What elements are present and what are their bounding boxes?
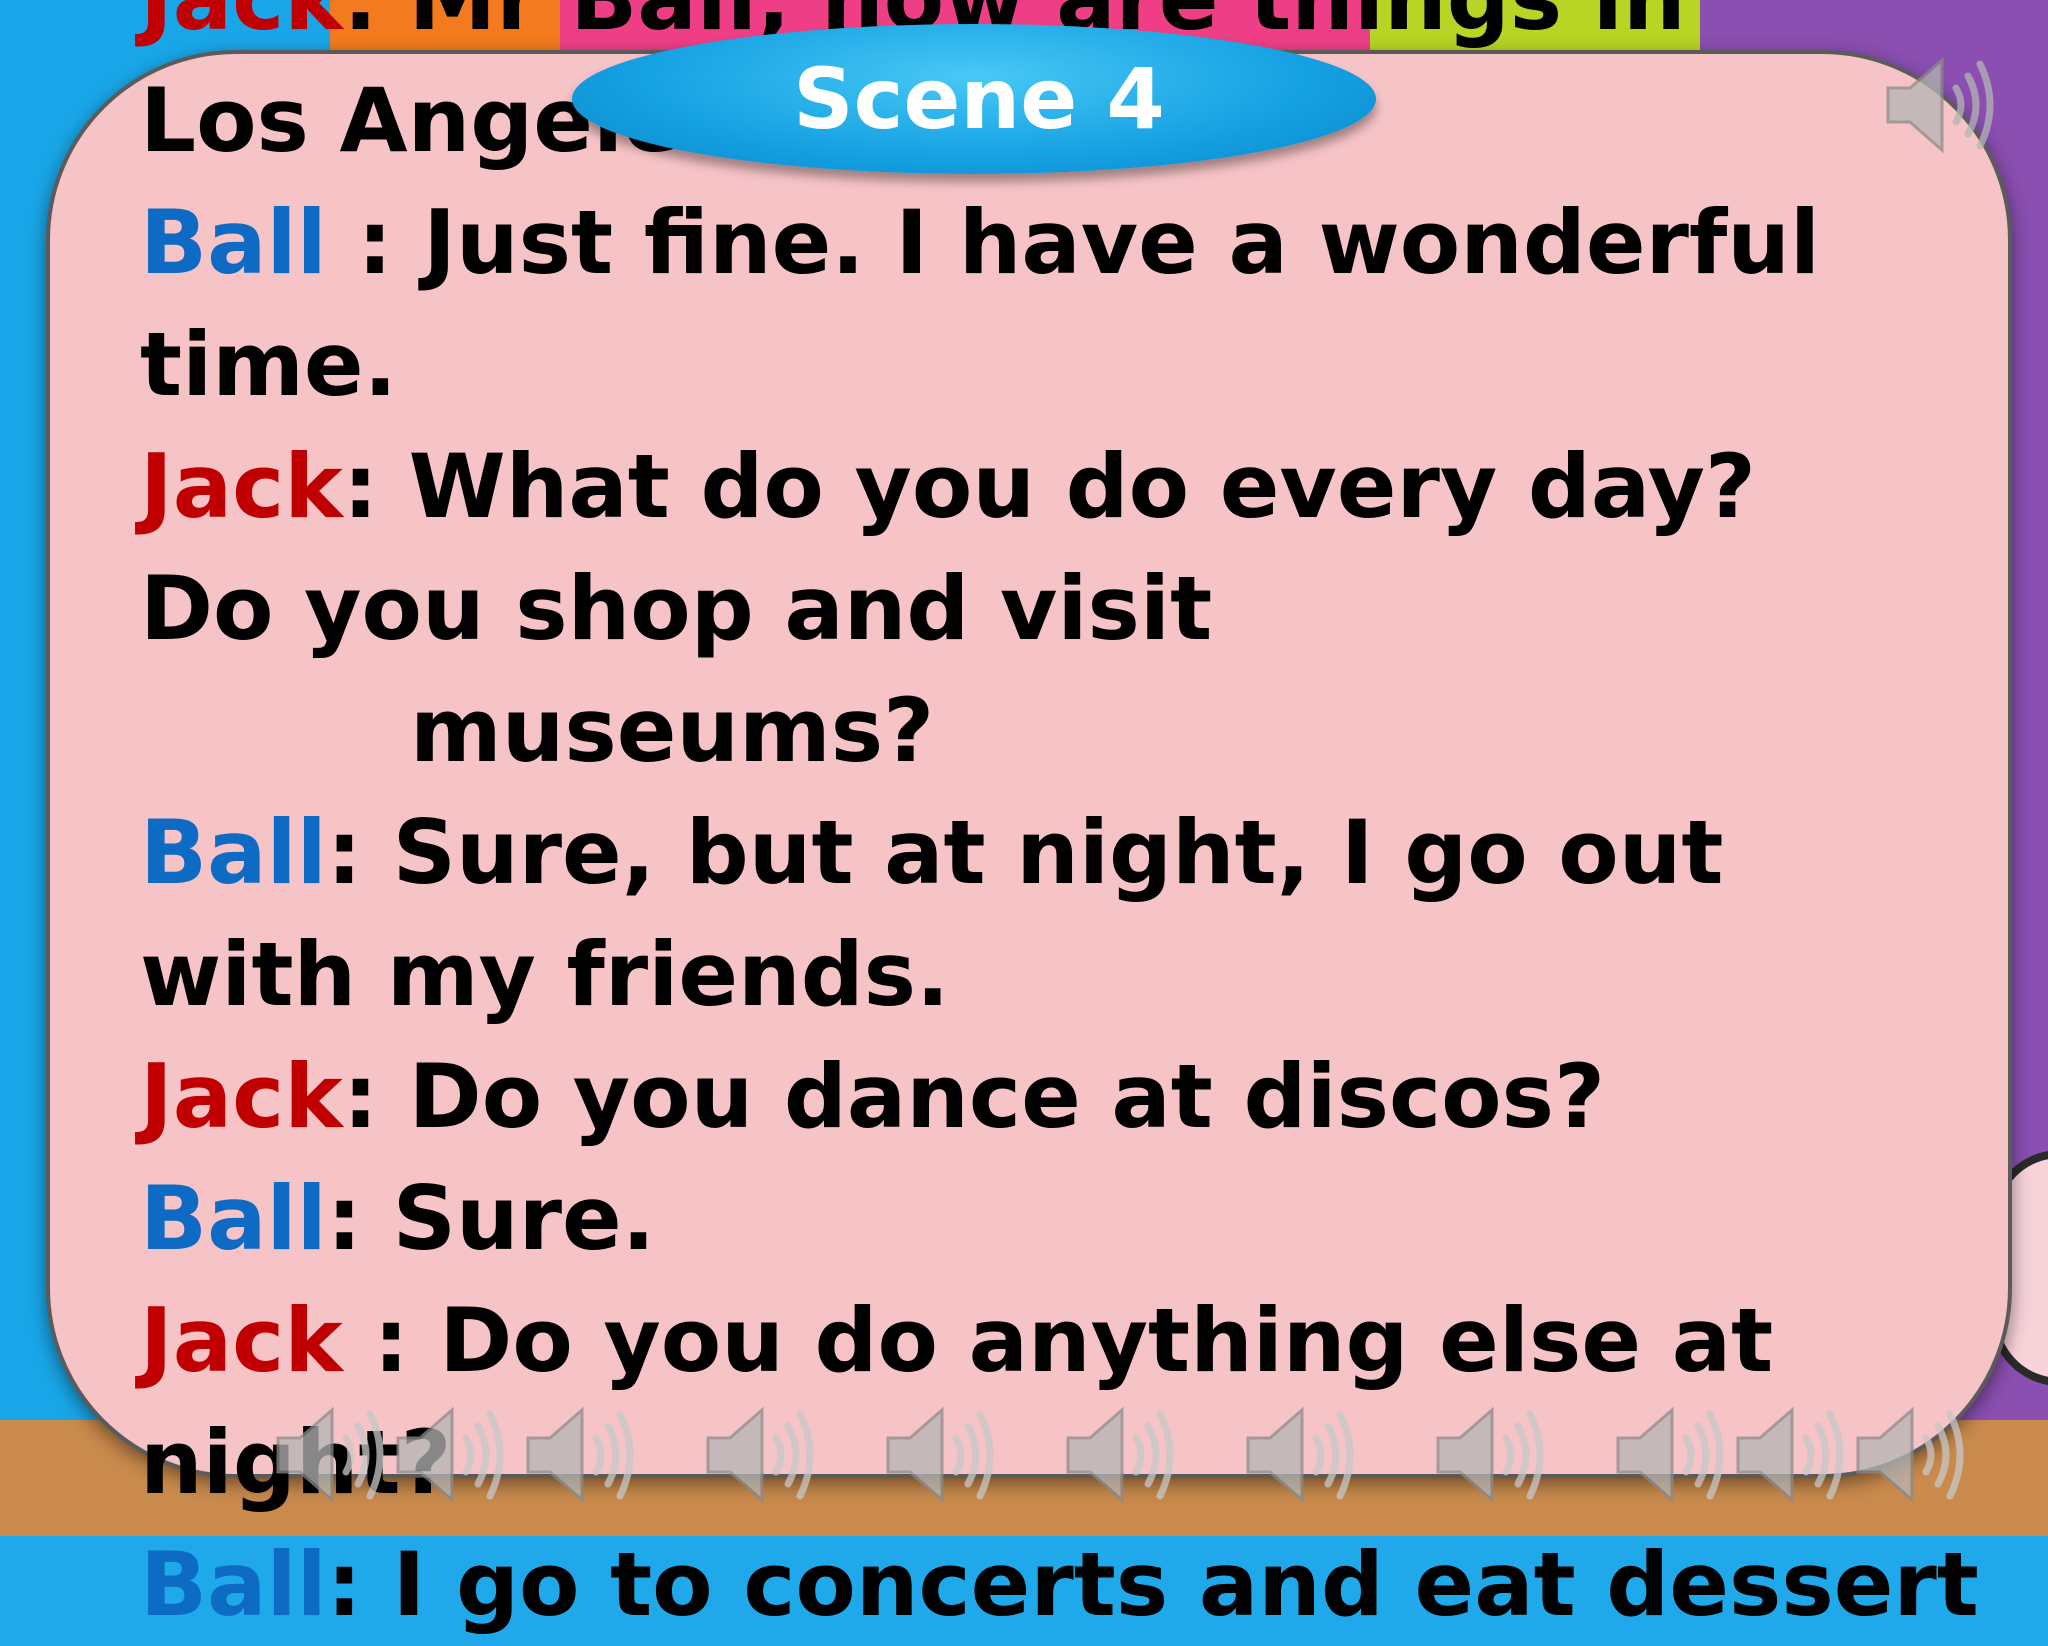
dialogue-line: with my friends. (140, 914, 2000, 1036)
line-text: Sure. (392, 1167, 656, 1270)
line-text: time. (140, 313, 398, 416)
dialogue-line: Ball: Sure, but at night, I go out (140, 792, 2000, 914)
line-text: Do you do anything else at (439, 1289, 1774, 1392)
speaker-name: Ball (140, 191, 327, 294)
speaker-separator: : (342, 1045, 409, 1148)
speaker-sound-icon[interactable] (1610, 1400, 1730, 1510)
speaker-name: Jack (140, 435, 343, 538)
speaker-separator: : (342, 435, 409, 538)
scene-title-badge: Scene 4 (572, 24, 1376, 174)
speaker-sound-icon[interactable] (520, 1400, 640, 1510)
speaker-sound-icon[interactable] (270, 1400, 390, 1510)
speaker-name: Ball (140, 1167, 327, 1270)
line-text: Sure, but at night, I go out (392, 801, 1724, 904)
speaker-sound-icon[interactable] (700, 1400, 820, 1510)
dialogue-line: Ball: Sure. (140, 1158, 2000, 1280)
speaker-separator: : (326, 1167, 393, 1270)
speaker-sound-icon[interactable] (880, 1400, 1000, 1510)
speaker-sound-icon[interactable] (1850, 1400, 1970, 1510)
speaker-separator: : (326, 1533, 393, 1636)
speaker-name: Jack (140, 0, 343, 50)
line-text: Just fine. I have a wonderful (423, 191, 1821, 294)
speaker-separator: : (343, 0, 409, 50)
dialogue-line: Jack : Do you do anything else at (140, 1280, 2000, 1402)
speaker-name: Ball (140, 1533, 327, 1636)
line-text: museums? (410, 679, 935, 782)
line-text: Do you shop and visit (140, 557, 1213, 660)
line-text: What do you do every day? (408, 435, 1756, 538)
speaker-name: Ball (140, 801, 327, 904)
speaker-separator: : (326, 191, 424, 294)
line-text: with my friends. (140, 923, 950, 1026)
speaker-sound-icon[interactable] (1730, 1400, 1850, 1510)
line-text: Do you dance at discos? (408, 1045, 1606, 1148)
speaker-name: Jack (140, 1289, 343, 1392)
dialogue-line: museums? (140, 670, 2000, 792)
speaker-sound-icon[interactable] (1060, 1400, 1180, 1510)
speaker-sound-icon[interactable] (1240, 1400, 1360, 1510)
speaker-name: Jack (140, 1045, 343, 1148)
dialogue-line: Jack: What do you do every day? (140, 426, 2000, 548)
dialogue-line: time. (140, 304, 2000, 426)
line-text: I go to concerts and eat dessert (392, 1533, 1979, 1636)
speaker-sound-icon[interactable] (390, 1400, 510, 1510)
speaker-sound-icon[interactable] (1430, 1400, 1550, 1510)
speaker-separator: : (326, 801, 393, 904)
speaker-separator: : (342, 1289, 440, 1392)
dialogue-line: Do you shop and visit (140, 548, 2000, 670)
dialogue-line: Ball : Just fine. I have a wonderful (140, 182, 2000, 304)
speaker-sound-icon[interactable] (1880, 50, 2000, 160)
dialogue-line: Jack: Do you dance at discos? (140, 1036, 2000, 1158)
scene-title: Scene 4 (793, 50, 1165, 148)
dialogue-line: Ball: I go to concerts and eat dessert (140, 1524, 2000, 1646)
